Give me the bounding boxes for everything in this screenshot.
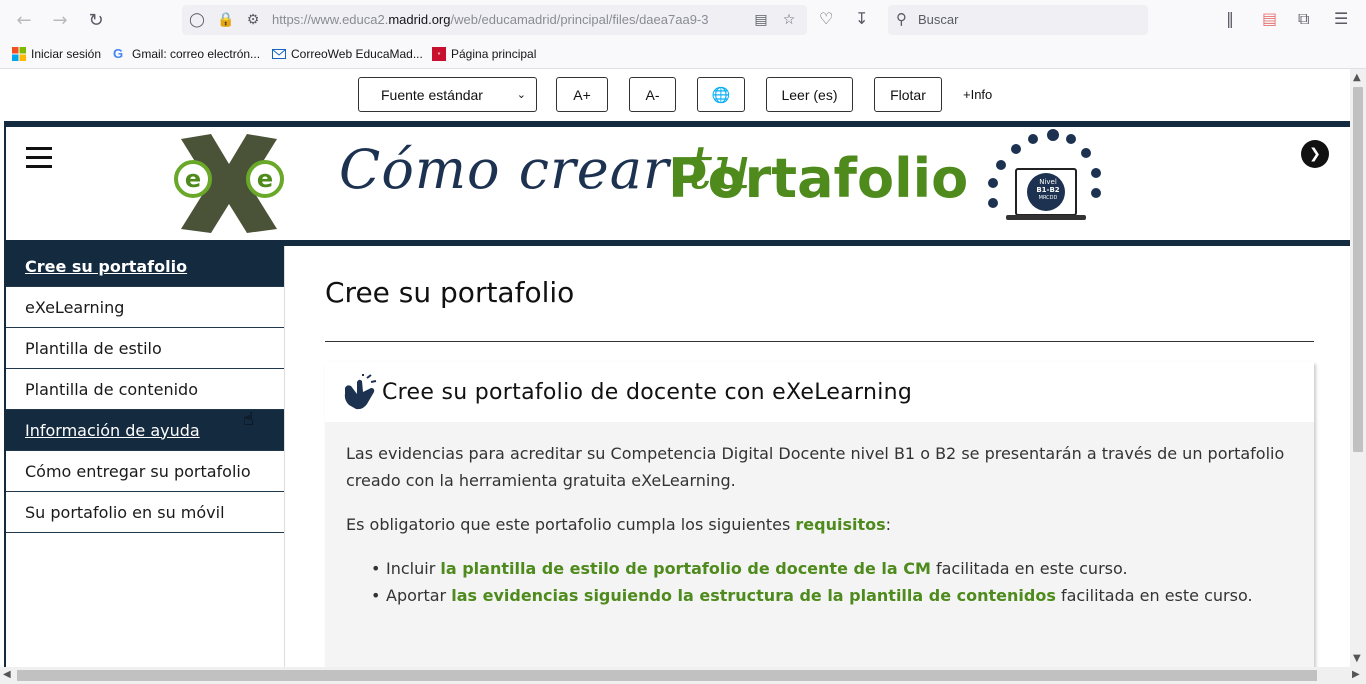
sidebar-item-como-entregar[interactable]: Cómo entregar su portafolio: [6, 451, 284, 492]
content-box-title: Cree su portafolio de docente con eXeLea…: [382, 380, 913, 405]
google-icon: G: [113, 46, 124, 61]
increase-font-button[interactable]: A+: [556, 77, 608, 112]
mail-icon: [272, 49, 286, 59]
list-highlight: las evidencias siguiendo la estructura d…: [451, 586, 1056, 605]
accessibility-toolbar: Fuente estándar ⌄ A+ A- 🌐 Leer (es) Flot…: [0, 69, 1350, 121]
globe-icon: 🌐: [711, 86, 731, 104]
exe-logo-icon: e e: [174, 134, 284, 233]
hamburger-menu-icon[interactable]: [26, 147, 52, 168]
text-span: facilitada en este curso.: [1055, 586, 1253, 605]
windows-icon: [12, 47, 26, 61]
text-span: Es obligatorio que este portafolio cumpl…: [346, 515, 796, 534]
text-span: :: [885, 515, 892, 534]
sidebar-item-plantilla-de-contenido[interactable]: Plantilla de contenido: [6, 369, 284, 410]
language-button[interactable]: 🌐: [697, 77, 745, 112]
list-item: Aportar las evidencias siguiendo la estr…: [371, 582, 1296, 609]
svg-text:e: e: [185, 165, 201, 193]
banner-title-text: Portafolio: [668, 147, 969, 210]
requirements-highlight: requisitos: [795, 515, 886, 534]
lock-icon[interactable]: 🔒: [215, 9, 237, 31]
more-info-link[interactable]: +Info: [963, 87, 992, 102]
list-item: Incluir la plantilla de estilo de portaf…: [371, 555, 1296, 582]
badge-line: B1-B2: [1036, 186, 1060, 194]
bookmark-gmail[interactable]: G Gmail: correo electrón...: [113, 46, 261, 62]
chevron-right-icon: ❯: [1309, 146, 1321, 162]
read-aloud-button[interactable]: Leer (es): [766, 77, 853, 112]
bookmark-iniciar-sesion[interactable]: Iniciar sesión: [12, 47, 101, 61]
bookmark-star-icon[interactable]: ☆: [778, 9, 800, 31]
scroll-down-icon[interactable]: ▼: [1353, 653, 1361, 664]
bookmarks-bar: Iniciar sesión G Gmail: correo electrón.…: [0, 40, 1366, 69]
library-icon[interactable]: ‖: [1226, 9, 1234, 28]
intro-paragraph: Las evidencias para acreditar su Compete…: [346, 444, 1285, 490]
menu-icon[interactable]: ☰: [1334, 9, 1348, 28]
decrease-font-button[interactable]: A-: [629, 77, 676, 112]
permissions-icon[interactable]: ⚙: [242, 9, 264, 31]
requirements-paragraph: Es obligatorio que este portafolio cumpl…: [346, 511, 1296, 538]
shield-icon[interactable]: ◯: [186, 9, 208, 31]
float-button[interactable]: Flotar: [874, 77, 942, 112]
extensions-icon[interactable]: ⧉: [1298, 9, 1309, 29]
sidebar-item-plantilla-de-estilo[interactable]: Plantilla de estilo: [6, 328, 284, 369]
list-highlight: la plantilla de estilo de portafolio de …: [440, 559, 931, 578]
forward-icon[interactable]: →: [46, 6, 74, 34]
font-select[interactable]: Fuente estándar ⌄: [358, 77, 537, 112]
search-placeholder: Buscar: [918, 12, 959, 27]
content-box: Cree su portafolio de docente con eXeLea…: [325, 362, 1314, 667]
scroll-right-icon[interactable]: ▶: [1352, 669, 1360, 680]
download-icon[interactable]: ↧: [855, 9, 868, 28]
badge-line: Nivel: [1039, 178, 1057, 186]
sidebar-item-cree-su-portafolio[interactable]: Cree su portafolio: [6, 246, 284, 287]
chevron-down-icon: ⌄: [516, 89, 526, 101]
site-header: e e Cómo crear tu Portafolio Nivel B1-B2…: [6, 121, 1350, 246]
title-divider: [325, 341, 1314, 342]
font-select-value: Fuente estándar: [381, 86, 483, 103]
content-box-header: Cree su portafolio de docente con eXeLea…: [325, 362, 1314, 422]
content-box-body: Las evidencias para acreditar su Compete…: [346, 440, 1296, 609]
badge-line: MRCDD: [1038, 195, 1058, 201]
page-viewport: Fuente estándar ⌄ A+ A- 🌐 Leer (es) Flot…: [0, 69, 1350, 667]
pocket-icon[interactable]: ♡: [819, 9, 833, 28]
browser-toolbar: ← → ↻ ◯ 🔒 ⚙ https://www.educa2.madrid.or…: [0, 0, 1366, 40]
scroll-left-icon[interactable]: ◀: [3, 669, 11, 680]
horizontal-scrollbar[interactable]: ◀ ▶: [0, 667, 1366, 684]
search-icon: ⚲: [896, 10, 907, 28]
sidebar-nav: Cree su portafolio eXeLearning Plantilla…: [6, 246, 285, 667]
main-content: Cree su portafolio Cree su portafolio de…: [325, 246, 1315, 667]
text-span: facilitada en este curso.: [930, 559, 1128, 578]
text-span: Aportar: [386, 586, 452, 605]
scroll-up-icon[interactable]: ▲: [1353, 72, 1361, 83]
next-page-button[interactable]: ❯: [1301, 140, 1329, 168]
sidebar-item-exelearning[interactable]: eXeLearning: [6, 287, 284, 328]
pointing-hand-icon: [344, 374, 377, 410]
page-title: Cree su portafolio: [325, 276, 575, 309]
search-bar[interactable]: ⚲ Buscar: [888, 5, 1148, 35]
back-icon[interactable]: ←: [10, 6, 38, 34]
sidebar-item-portafolio-movil[interactable]: Su portafolio en su móvil: [6, 492, 284, 533]
bookmark-label: Iniciar sesión: [31, 47, 102, 61]
pdf-extension-icon[interactable]: ▤: [1262, 9, 1277, 28]
bookmark-label: CorreoWeb EducaMad...: [291, 47, 423, 61]
bookmark-label: Página principal: [451, 47, 537, 61]
mouse-cursor-icon: ☝: [243, 409, 254, 430]
text-span: Incluir: [386, 559, 441, 578]
svg-text:e: e: [257, 165, 273, 193]
bookmark-correoweb[interactable]: CorreoWeb EducaMad...: [272, 47, 423, 61]
bookmark-label: Gmail: correo electrón...: [132, 47, 261, 61]
vertical-scroll-thumb[interactable]: [1353, 87, 1363, 452]
url-text[interactable]: https://www.educa2.madrid.org/web/educam…: [272, 12, 732, 27]
svg-text:*: *: [438, 52, 441, 59]
reload-icon[interactable]: ↻: [82, 6, 110, 34]
exe-frame: e e Cómo crear tu Portafolio Nivel B1-B2…: [4, 121, 1350, 667]
laptop-illustration-icon: [988, 129, 1101, 220]
horizontal-scroll-thumb[interactable]: [17, 670, 1317, 681]
bookmark-pagina-principal[interactable]: * Página principal: [432, 47, 536, 61]
laptop-badge: Nivel B1-B2 MRCDD: [1028, 178, 1068, 202]
url-bar[interactable]: ◯ 🔒 ⚙ https://www.educa2.madrid.org/web/…: [182, 5, 807, 35]
vertical-scrollbar[interactable]: ▲ ▼: [1350, 69, 1366, 667]
requirements-list: Incluir la plantilla de estilo de portaf…: [371, 555, 1296, 609]
madrid-icon: *: [432, 47, 446, 61]
reader-view-icon[interactable]: ▤: [750, 9, 772, 31]
